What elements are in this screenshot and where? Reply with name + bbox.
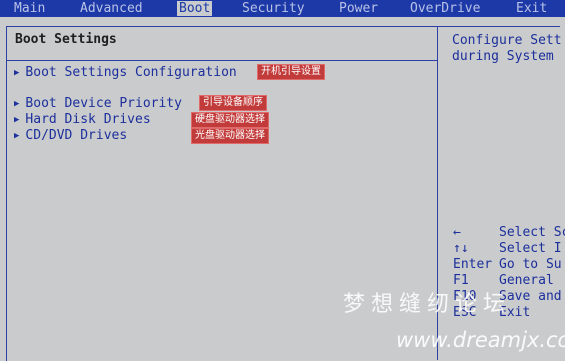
page-title: Boot Settings [15,32,117,47]
annotation-label: 开机引导设置 [257,64,325,80]
menu-item-boot-settings-configuration[interactable]: ▶ Boot Settings Configuration [14,65,237,80]
menu-item-boot-device-priority[interactable]: ▶ Boot Device Priority [14,96,182,111]
menu-item-cd-dvd-drives[interactable]: ▶ CD/DVD Drives [14,128,127,143]
submenu-arrow-icon: ▶ [14,115,20,125]
key-legend-row: ← Select Sc [453,225,565,241]
title-divider [6,60,437,61]
help-text-line: Configure Sett [452,33,562,48]
item-label: Hard Disk Drives [25,112,151,127]
submenu-arrow-icon: ▶ [14,131,20,141]
menu-item-hard-disk-drives[interactable]: ▶ Hard Disk Drives [14,112,151,127]
item-label: Boot Device Priority [25,96,182,111]
key-name: ← [453,225,461,240]
tab-overdrive[interactable]: OverDrive [410,1,480,16]
key-legend-row: ↑↓ Select I [453,241,565,257]
tab-main[interactable]: Main [14,1,45,16]
tab-advanced[interactable]: Advanced [80,1,143,16]
tab-security[interactable]: Security [242,1,305,16]
tab-exit[interactable]: Exit [516,1,547,16]
annotation-label: 引导设备顺序 [199,95,267,111]
tab-power[interactable]: Power [339,1,378,16]
annotation-label: 硬盘驱动器选择 [191,112,269,128]
item-label: Boot Settings Configuration [25,65,237,80]
help-text-line: during System [452,49,554,64]
menu-bar: Main Advanced Boot Security Power OverDr… [0,0,565,17]
submenu-arrow-icon: ▶ [14,99,20,109]
key-name: Enter [453,257,493,272]
key-description: Go to Su [499,257,562,272]
submenu-arrow-icon: ▶ [14,68,20,78]
tab-boot[interactable]: Boot [177,1,213,16]
watermark-url: www.dreamjx.com [396,328,565,352]
item-label: CD/DVD Drives [25,128,128,143]
key-description: Select Sc [499,225,565,240]
key-description: Select I [499,241,562,256]
annotation-label: 光盘驱动器选择 [191,128,269,144]
key-legend-row: Enter Go to Su [453,257,565,273]
watermark-text: 梦想缝纫论坛 [343,292,512,317]
key-name: ↑↓ [453,241,469,256]
